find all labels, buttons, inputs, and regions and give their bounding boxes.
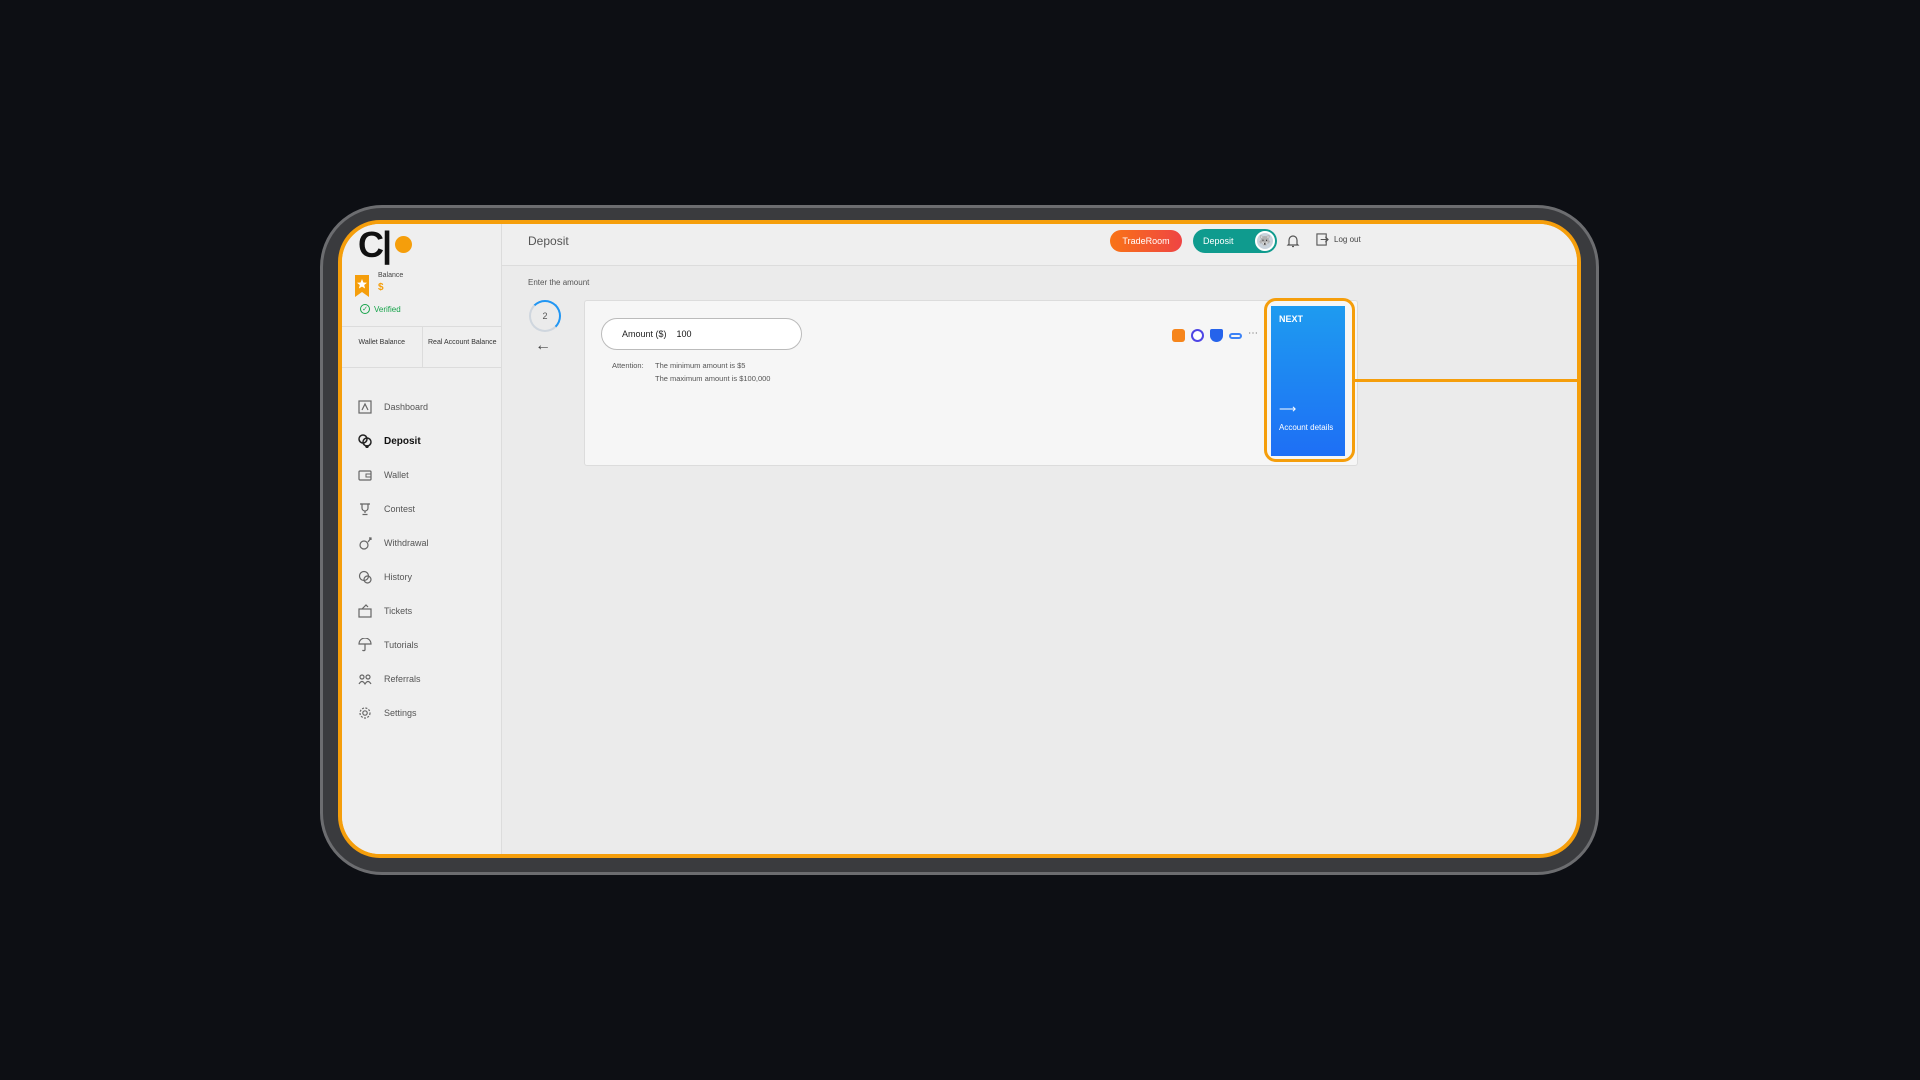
trophy-icon (360, 503, 370, 516)
deposit-icon (358, 434, 372, 448)
attention-min: The minimum amount is $5 (655, 361, 746, 370)
history-icon (358, 570, 372, 584)
deposit-card: Amount ($) Attention: The minimum amount… (584, 300, 1358, 466)
balance-value: $ (378, 282, 384, 293)
logout-link[interactable]: Log out (1316, 233, 1361, 246)
balance-tabs: Wallet Balance Real Account Balance (342, 326, 502, 368)
sidebar-item-contest[interactable]: Contest (342, 492, 502, 526)
logo-text: C| (358, 224, 392, 265)
sidebar-item-deposit[interactable]: Deposit (342, 424, 502, 458)
withdrawal-icon (359, 537, 372, 550)
sidebar-item-tutorials[interactable]: Tutorials (342, 628, 502, 662)
top-bar: Deposit TradeRoom Deposit 🐺 Log out (502, 224, 1577, 266)
verified-status: ✓ Verified (360, 304, 401, 314)
sidebar-item-label: History (384, 572, 413, 582)
sidebar-item-label: Wallet (384, 470, 409, 480)
tab-wallet-balance[interactable]: Wallet Balance (342, 327, 422, 367)
deposit-button-label: Deposit (1203, 236, 1234, 246)
attention-label: Attention: (612, 361, 644, 370)
step-indicator: 2 (529, 300, 561, 332)
logout-label: Log out (1334, 235, 1361, 244)
link-icon[interactable] (1229, 332, 1242, 339)
arrow-right-icon: ⟶ (1279, 402, 1297, 416)
logo-dot (395, 236, 412, 253)
sidebar-item-label: Tickets (384, 606, 413, 616)
tab-real-account-balance[interactable]: Real Account Balance (421, 327, 503, 367)
section-label: Enter the amount (528, 278, 590, 287)
ribbon-badge-icon (355, 275, 369, 297)
bell-icon[interactable] (1286, 234, 1300, 248)
sidebar-item-label: Settings (384, 708, 417, 718)
traderoom-button[interactable]: TradeRoom (1110, 230, 1182, 252)
sidebar: C| Balance $ ✓ Verified Wallet Balance R… (342, 224, 502, 854)
balance-block: Balance $ ✓ Verified (354, 272, 494, 316)
sidebar-item-dashboard[interactable]: Dashboard (342, 390, 502, 424)
sidebar-item-label: Referrals (384, 674, 421, 684)
sidebar-item-wallet[interactable]: Wallet (342, 458, 502, 492)
next-button[interactable]: NEXT ⟶ Account details (1271, 306, 1345, 456)
ticket-icon (358, 604, 372, 618)
logout-icon (1316, 233, 1329, 246)
referral-icon (358, 674, 372, 686)
balance-label: Balance (378, 272, 404, 279)
sidebar-nav: Dashboard Deposit Wallet Contest Withdra… (342, 390, 502, 730)
coinbase-icon[interactable] (1191, 329, 1204, 342)
amount-field[interactable]: Amount ($) (601, 318, 802, 350)
sidebar-item-label: Contest (384, 504, 416, 514)
app-screen: C| Balance $ ✓ Verified Wallet Balance R… (338, 220, 1581, 858)
amount-label: Amount ($) (622, 329, 667, 339)
sidebar-item-label: Dashboard (384, 402, 429, 412)
back-arrow-icon[interactable]: ← (535, 338, 551, 354)
page-title: Deposit (528, 234, 569, 248)
sidebar-item-referrals[interactable]: Referrals (342, 662, 502, 696)
sidebar-item-settings[interactable]: Settings (342, 696, 502, 730)
next-label: NEXT (1279, 314, 1304, 324)
sidebar-item-label: Tutorials (384, 640, 419, 650)
verified-label: Verified (374, 304, 401, 314)
gear-icon (359, 707, 371, 719)
dashboard-icon (358, 400, 372, 414)
metamask-icon[interactable] (1172, 329, 1185, 342)
wallet-icon (358, 470, 372, 481)
tutorial-icon (358, 638, 372, 652)
brand-logo[interactable]: C| (358, 224, 420, 265)
sidebar-item-tickets[interactable]: Tickets (342, 594, 502, 628)
sidebar-item-label: Withdrawal (384, 538, 429, 548)
avatar[interactable]: 🐺 (1255, 231, 1275, 251)
payment-methods: ⋯ (1172, 329, 1261, 342)
sidebar-item-label: Deposit (384, 435, 421, 447)
amount-input[interactable] (676, 329, 777, 339)
shield-wallet-icon[interactable] (1210, 329, 1223, 342)
next-sub-label: Account details (1279, 423, 1334, 432)
sidebar-item-history[interactable]: History (342, 560, 502, 594)
attention-max: The maximum amount is $100,000 (655, 374, 771, 383)
highlight-connector (1355, 379, 1577, 382)
sidebar-item-withdrawal[interactable]: Withdrawal (342, 526, 502, 560)
check-circle-icon: ✓ (360, 304, 370, 314)
more-icon[interactable]: ⋯ (1248, 329, 1261, 342)
deposit-button[interactable]: Deposit 🐺 (1193, 229, 1277, 253)
